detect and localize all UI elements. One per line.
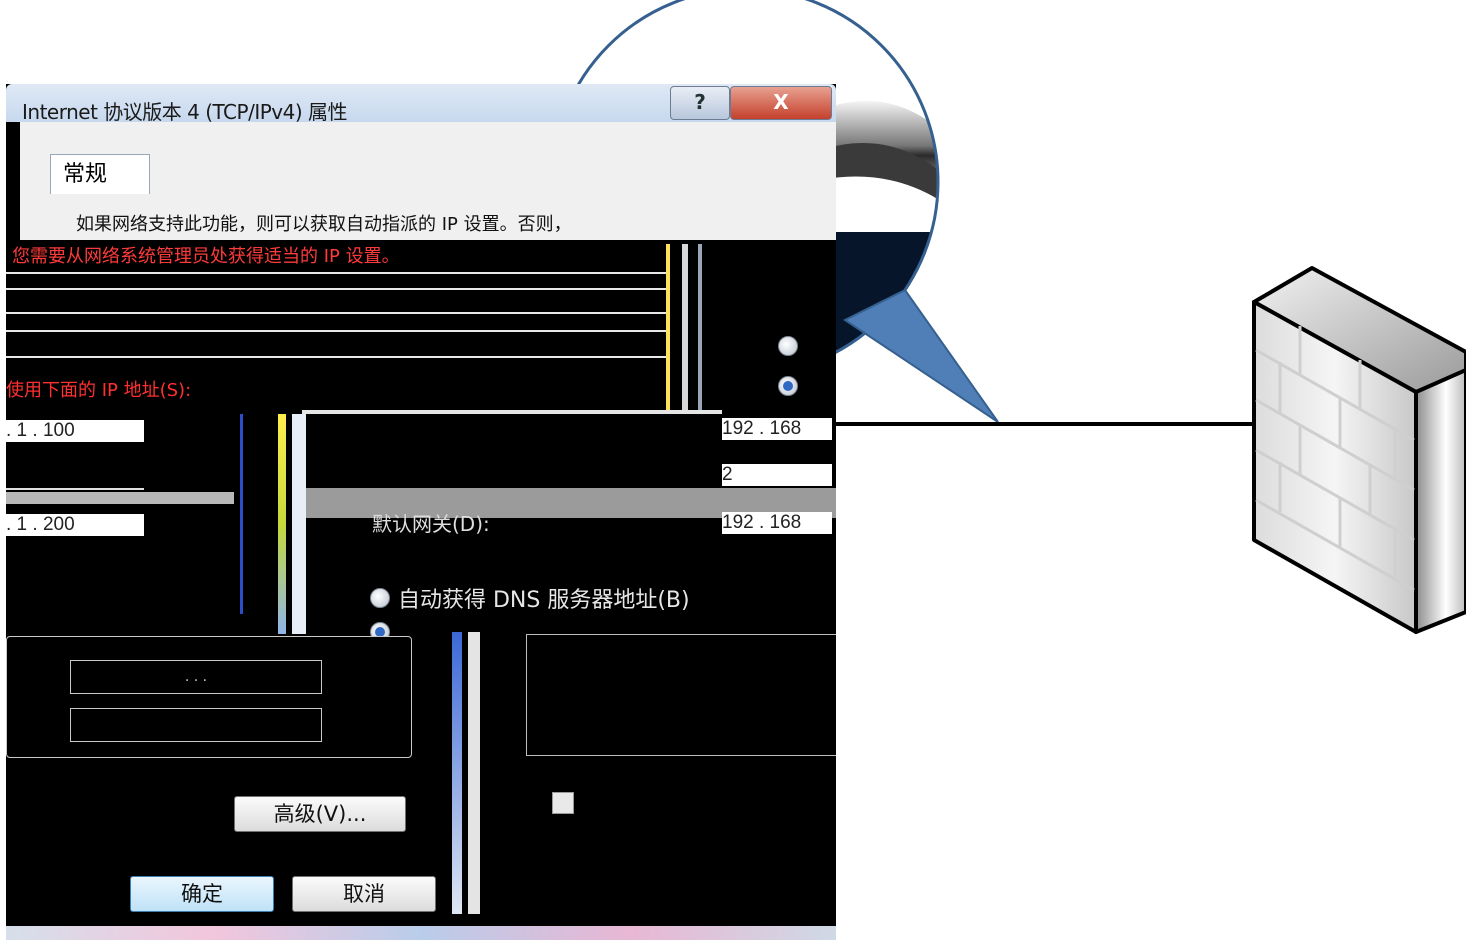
- glitch-footer: [6, 926, 836, 940]
- ip-address-field[interactable]: . 1 . 100: [6, 420, 144, 442]
- subnet-mask-right-field[interactable]: 2: [722, 464, 832, 486]
- preferred-dns-field[interactable]: . . .: [70, 660, 322, 694]
- dialog-titlebar[interactable]: Internet 协议版本 4 (TCP/IPv4) 属性 ? X: [6, 84, 836, 124]
- ok-button[interactable]: 确定: [130, 876, 274, 912]
- divider: [302, 410, 722, 414]
- glitch-bar: [698, 244, 702, 414]
- default-gateway-right-field[interactable]: 192 . 168: [722, 512, 832, 534]
- glitch-bar: [468, 632, 480, 914]
- auto-dns-label: 自动获得 DNS 服务器地址(B): [398, 588, 690, 613]
- obtain-ip-auto-radio[interactable]: [778, 336, 798, 356]
- validate-on-exit-checkbox[interactable]: [552, 792, 574, 814]
- use-following-ip-label: 使用下面的 IP 地址(S):: [6, 380, 192, 401]
- help-button[interactable]: ?: [670, 86, 730, 120]
- tab-panel: 常规 如果网络支持此功能，则可以获取自动指派的 IP 设置。否则，: [20, 122, 836, 240]
- divider: [6, 330, 666, 332]
- divider: [6, 288, 666, 290]
- default-gateway-field[interactable]: . 1 . 200: [6, 514, 144, 536]
- close-button[interactable]: X: [730, 86, 832, 120]
- glitch-bar: [240, 414, 243, 614]
- divider: [6, 356, 666, 358]
- divider: [6, 312, 666, 314]
- tcpip-properties-dialog: Internet 协议版本 4 (TCP/IPv4) 属性 ? X 常规 如果网…: [6, 84, 836, 940]
- glitch-bar: [278, 414, 286, 634]
- divider: [6, 492, 234, 504]
- firewall-icon: [1252, 266, 1466, 634]
- dns-group-box-right: [526, 634, 836, 756]
- description-line-2: 您需要从网络系统管理员处获得适当的 IP 设置。: [12, 246, 400, 267]
- tab-general[interactable]: 常规: [50, 154, 150, 194]
- glitch-bar: [452, 632, 462, 914]
- cancel-button[interactable]: 取消: [292, 876, 436, 912]
- glitch-bar: [292, 414, 306, 634]
- dialog-title: Internet 协议版本 4 (TCP/IPv4) 属性: [22, 100, 348, 124]
- divider: [6, 272, 666, 274]
- advanced-button[interactable]: 高级(V)...: [234, 796, 406, 832]
- auto-dns-radio[interactable]: [370, 588, 390, 608]
- use-following-ip-radio[interactable]: [778, 376, 798, 396]
- description-line-1: 如果网络支持此功能，则可以获取自动指派的 IP 设置。否则，: [76, 214, 572, 235]
- subnet-mask-field[interactable]: [6, 466, 144, 490]
- alternate-dns-field[interactable]: [70, 708, 322, 742]
- ip-address-right-field[interactable]: 192 . 168: [722, 418, 832, 440]
- default-gateway-label: 默认网关(D):: [372, 512, 490, 536]
- glitch-bar: [682, 244, 688, 414]
- glitch-bar: [666, 244, 670, 414]
